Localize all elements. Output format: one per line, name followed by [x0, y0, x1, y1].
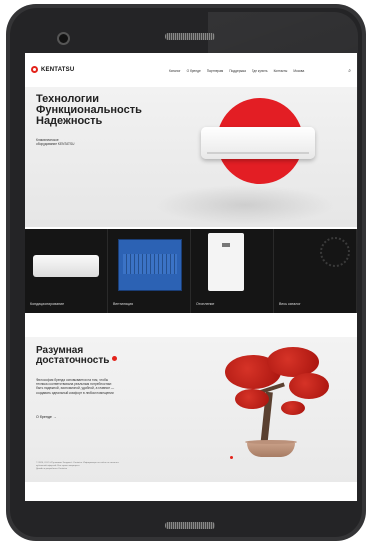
about-title-line: достаточность	[36, 355, 118, 366]
logo-mark-icon	[31, 66, 38, 73]
site-header: KENTATSU Каталог О бренде Партнерам Подд…	[25, 53, 357, 87]
hero-subtitle-line: оборудование KENTATSU	[36, 142, 75, 146]
category-card-all-catalog[interactable]: Весь каталог	[274, 229, 357, 313]
bonsai-pot	[245, 440, 297, 457]
hero-subtitle: Климатическое оборудование KENTATSU	[36, 138, 74, 146]
site-logo[interactable]: KENTATSU	[31, 66, 74, 73]
air-conditioner-image	[201, 127, 315, 159]
nav-item-about[interactable]: О бренде	[187, 69, 201, 73]
nav-item-city[interactable]: Москва	[293, 69, 304, 73]
footer-line: Дизайн и разработка: Kentatsu	[36, 468, 68, 470]
hero-section: Технологии Функциональность Надежность К…	[25, 87, 357, 227]
about-text: Философия бренда основывается на том, чт…	[36, 378, 114, 395]
nav-item-support[interactable]: Поддержка	[229, 69, 246, 73]
logo-text: KENTATSU	[41, 66, 75, 73]
nav-item-where-to-buy[interactable]: Где купить	[252, 69, 268, 73]
nav-item-contacts[interactable]: Контакты	[274, 69, 288, 73]
about-title-text: достаточность	[36, 355, 110, 366]
tree-crown	[281, 401, 305, 415]
about-text-line: быть надежной, экономичной, удобной, а г…	[36, 386, 115, 391]
red-dot-icon	[112, 356, 118, 361]
about-section: Разумная достаточность Философия бренда …	[25, 337, 357, 482]
ventilation-unit-image	[118, 239, 182, 291]
boiler-image	[208, 233, 244, 291]
speaker-grille-bottom	[165, 522, 215, 529]
tree-crown	[235, 389, 269, 409]
tree-crown	[289, 373, 329, 399]
search-icon[interactable]: ⌕	[348, 68, 351, 74]
category-card-ventilation[interactable]: Вентиляция	[108, 229, 191, 313]
about-text-line: создавать идеальный комфорт в любом поме…	[36, 390, 114, 395]
red-dot-icon	[230, 456, 233, 459]
category-strip: Кондиционирование Вентиляция Отопление В…	[25, 229, 357, 313]
catalog-decor-icon	[320, 237, 350, 267]
arrow-right-icon: →	[52, 415, 57, 419]
mist-graphic	[155, 185, 335, 225]
main-nav: Каталог О бренде Партнерам Поддержка Где…	[169, 69, 304, 73]
category-label: Кондиционирование	[30, 302, 65, 306]
category-label: Весь каталог	[279, 302, 301, 306]
nav-item-catalog[interactable]: Каталог	[169, 69, 181, 73]
hero-title: Технологии Функциональность Надежность	[36, 94, 142, 127]
footer-note: © 2024, ООО «Русклимат Холдинг». Kentats…	[36, 462, 119, 471]
nav-item-partners[interactable]: Партнерам	[207, 69, 224, 73]
category-label: Вентиляция	[113, 302, 134, 306]
speaker-grille-top	[165, 33, 215, 40]
hero-title-line: Надежность	[36, 115, 103, 127]
tablet-screen: KENTATSU Каталог О бренде Партнерам Подд…	[25, 53, 357, 501]
category-label: Отопление	[196, 302, 215, 306]
about-brand-link[interactable]: О бренде →	[36, 415, 57, 419]
category-card-conditioning[interactable]: Кондиционирование	[25, 229, 108, 313]
category-card-heating[interactable]: Отопление	[191, 229, 274, 313]
air-conditioner-image	[33, 255, 99, 277]
about-title: Разумная достаточность	[36, 346, 118, 366]
about-link-label: О бренде	[36, 415, 52, 419]
camera-icon	[57, 32, 70, 45]
bonsai-tree-image	[197, 337, 347, 482]
